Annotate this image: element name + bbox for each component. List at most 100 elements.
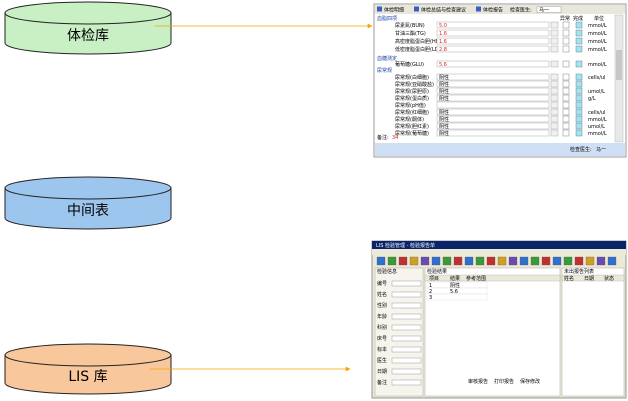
exam-row-value-field[interactable] xyxy=(436,60,550,68)
exam-row-abnormal-checkbox[interactable] xyxy=(562,37,570,45)
lis-form-input[interactable] xyxy=(391,291,422,298)
exam-row-done-checkbox[interactable] xyxy=(575,101,583,109)
lis-toolbar-button-icon[interactable] xyxy=(376,256,386,266)
exam-row-ellipsis-button[interactable] xyxy=(550,45,559,53)
exam-row-done-checkbox[interactable] xyxy=(575,60,583,68)
exam-row-abnormal-checkbox[interactable] xyxy=(562,45,570,53)
exam-row-done-checkbox[interactable] xyxy=(575,37,583,45)
exam-row-done-checkbox[interactable] xyxy=(575,45,583,53)
exam-row-abnormal-checkbox[interactable] xyxy=(562,129,570,137)
lis-grid-row[interactable] xyxy=(426,293,488,301)
exam-row-value-field[interactable] xyxy=(436,21,550,29)
exam-row-done-checkbox[interactable] xyxy=(575,87,583,95)
lis-form-input[interactable] xyxy=(391,313,422,320)
exam-row-ellipsis-button[interactable] xyxy=(550,73,559,81)
exam-row-ellipsis-button[interactable] xyxy=(550,101,559,109)
exam-row-abnormal-checkbox[interactable] xyxy=(562,80,570,88)
exam-row-abnormal-checkbox[interactable] xyxy=(562,94,570,102)
exam-row-value-field[interactable] xyxy=(436,37,550,45)
exam-row-abnormal-checkbox[interactable] xyxy=(562,21,570,29)
lis-toolbar-button-icon[interactable] xyxy=(442,256,452,266)
lis-toolbar-button-icon[interactable] xyxy=(530,256,540,266)
lis-form-input[interactable] xyxy=(391,357,422,364)
exam-row-ellipsis-button[interactable] xyxy=(550,108,559,116)
lis-toolbar-button-icon[interactable] xyxy=(486,256,496,266)
exam-row-done-checkbox[interactable] xyxy=(575,73,583,81)
exam-row-ellipsis-button[interactable] xyxy=(550,37,559,45)
exam-row-value-field[interactable] xyxy=(436,94,550,102)
lis-toolbar-button-icon[interactable] xyxy=(431,256,441,266)
exam-tab-2[interactable]: 体检总结与检查建议 xyxy=(421,7,466,14)
exam-status-label: 检查医生: xyxy=(570,146,592,153)
lis-form-input[interactable] xyxy=(391,280,422,287)
exam-row-ellipsis-button[interactable] xyxy=(550,122,559,130)
exam-tab-3[interactable]: 体检报告 xyxy=(483,7,503,14)
exam-row-done-checkbox[interactable] xyxy=(575,129,583,137)
exam-row-abnormal-checkbox[interactable] xyxy=(562,29,570,37)
exam-row-ellipsis-button[interactable] xyxy=(550,129,559,137)
exam-row-value-field[interactable] xyxy=(436,29,550,37)
exam-row-value-field[interactable] xyxy=(436,115,550,123)
exam-row-value-field[interactable] xyxy=(436,108,550,116)
exam-row-ellipsis-button[interactable] xyxy=(550,80,559,88)
exam-row-abnormal-checkbox[interactable] xyxy=(562,101,570,109)
exam-row-done-checkbox[interactable] xyxy=(575,108,583,116)
exam-row-value-field[interactable] xyxy=(436,101,550,109)
lis-toolbar-button-icon[interactable] xyxy=(464,256,474,266)
lis-form-input[interactable] xyxy=(391,335,422,342)
exam-row-value-field[interactable] xyxy=(436,80,550,88)
exam-row-ellipsis-button[interactable] xyxy=(550,87,559,95)
exam-row-name: 尿常规(蛋白质) xyxy=(395,95,429,102)
lis-toolbar-button-icon[interactable] xyxy=(519,256,529,266)
exam-row-ellipsis-button[interactable] xyxy=(550,94,559,102)
lis-toolbar-button-icon[interactable] xyxy=(585,256,595,266)
exam-row-value-field[interactable] xyxy=(436,73,550,81)
lis-toolbar-button-icon[interactable] xyxy=(453,256,463,266)
lis-form-input[interactable] xyxy=(391,368,422,375)
lis-toolbar-button-icon[interactable] xyxy=(398,256,408,266)
lis-toolbar-button-icon[interactable] xyxy=(420,256,430,266)
exam-row-value-field[interactable] xyxy=(436,122,550,130)
exam-row-name: 尿常规(pH值) xyxy=(395,102,426,109)
exam-row-ellipsis-button[interactable] xyxy=(550,29,559,37)
lis-toolbar-button-icon[interactable] xyxy=(387,256,397,266)
exam-tab-1[interactable]: 体检明细 xyxy=(384,7,404,14)
lis-toolbar-button-icon[interactable] xyxy=(607,256,617,266)
exam-row-value-field[interactable] xyxy=(436,45,550,53)
exam-row-name: 尿常规(红细胞) xyxy=(395,109,429,116)
lis-print-button[interactable]: 打印报告 xyxy=(494,378,514,385)
lis-audit-button[interactable]: 审核报告 xyxy=(468,378,488,385)
exam-row-done-checkbox[interactable] xyxy=(575,80,583,88)
lis-form-input[interactable] xyxy=(391,346,422,353)
lis-toolbar-button-icon[interactable] xyxy=(574,256,584,266)
exam-row-done-checkbox[interactable] xyxy=(575,94,583,102)
lis-form-input[interactable] xyxy=(391,302,422,309)
lis-toolbar-button-icon[interactable] xyxy=(541,256,551,266)
lis-form-input[interactable] xyxy=(391,324,422,331)
exam-row-abnormal-checkbox[interactable] xyxy=(562,73,570,81)
lis-toolbar-button-icon[interactable] xyxy=(552,256,562,266)
lis-form-input[interactable] xyxy=(391,379,422,386)
exam-scrollbar-thumb[interactable] xyxy=(616,50,622,80)
lis-toolbar-button-icon[interactable] xyxy=(563,256,573,266)
exam-row-abnormal-checkbox[interactable] xyxy=(562,108,570,116)
exam-row-ellipsis-button[interactable] xyxy=(550,115,559,123)
lis-save-button[interactable]: 保存修改 xyxy=(520,378,540,385)
exam-row-abnormal-checkbox[interactable] xyxy=(562,87,570,95)
exam-row-done-checkbox[interactable] xyxy=(575,29,583,37)
exam-row-ellipsis-button[interactable] xyxy=(550,60,559,68)
exam-row-abnormal-checkbox[interactable] xyxy=(562,122,570,130)
exam-row-abnormal-checkbox[interactable] xyxy=(562,115,570,123)
exam-row-abnormal-checkbox[interactable] xyxy=(562,60,570,68)
lis-toolbar-button-icon[interactable] xyxy=(409,256,419,266)
exam-row-done-checkbox[interactable] xyxy=(575,122,583,130)
exam-row-value-field[interactable] xyxy=(436,87,550,95)
exam-row-done-checkbox[interactable] xyxy=(575,21,583,29)
exam-row-value-field[interactable] xyxy=(436,129,550,137)
lis-toolbar-button-icon[interactable] xyxy=(596,256,606,266)
exam-row-done-checkbox[interactable] xyxy=(575,115,583,123)
lis-toolbar-button-icon[interactable] xyxy=(475,256,485,266)
lis-toolbar-button-icon[interactable] xyxy=(497,256,507,266)
exam-row-ellipsis-button[interactable] xyxy=(550,21,559,29)
lis-toolbar-button-icon[interactable] xyxy=(508,256,518,266)
